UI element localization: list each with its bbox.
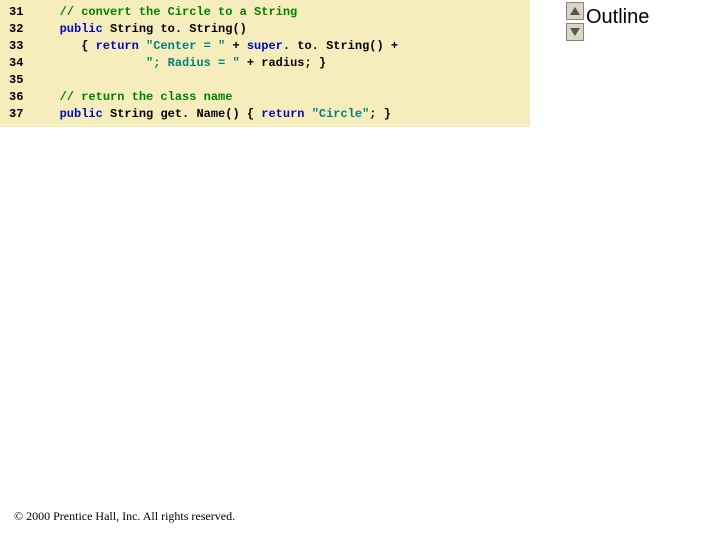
code-token: + radius; } xyxy=(240,56,326,70)
code-token xyxy=(38,56,146,70)
code-token: return xyxy=(261,107,304,121)
code-content: public String to. String() xyxy=(38,21,530,38)
line-number: 34 xyxy=(0,55,38,72)
code-content: // convert the Circle to a String xyxy=(38,4,530,21)
code-token: ; } xyxy=(369,107,391,121)
code-token: + xyxy=(225,39,247,53)
code-line: 35 xyxy=(0,72,530,89)
code-token: // convert the Circle to a String xyxy=(60,5,298,19)
code-token: // return the class name xyxy=(60,90,233,104)
code-content: // return the class name xyxy=(38,89,530,106)
code-token xyxy=(38,107,60,121)
code-token: "; Radius = " xyxy=(146,56,240,70)
code-line: 37 public String get. Name() { return "C… xyxy=(0,106,530,123)
line-number: 33 xyxy=(0,38,38,55)
code-token xyxy=(38,5,60,19)
code-content: public String get. Name() { return "Circ… xyxy=(38,106,530,123)
triangle-up-icon xyxy=(570,7,580,15)
code-token: return xyxy=(96,39,139,53)
code-line: 31 // convert the Circle to a String xyxy=(0,4,530,21)
code-line: 34 "; Radius = " + radius; } xyxy=(0,55,530,72)
line-number: 36 xyxy=(0,89,38,106)
code-token: "Center = " xyxy=(146,39,225,53)
code-token: . to. String() + xyxy=(283,39,398,53)
code-token xyxy=(38,22,60,36)
outline-panel: Outline xyxy=(580,2,690,29)
line-number: 32 xyxy=(0,21,38,38)
code-token: "Circle" xyxy=(312,107,370,121)
code-token: String to. String() xyxy=(103,22,247,36)
code-content: { return "Center = " + super. to. String… xyxy=(38,38,530,55)
code-token xyxy=(304,107,311,121)
line-number: 31 xyxy=(0,4,38,21)
outline-title: Outline xyxy=(580,2,690,29)
code-content: "; Radius = " + radius; } xyxy=(38,55,530,72)
triangle-down-icon xyxy=(570,28,580,36)
code-token: String get. Name() { xyxy=(103,107,261,121)
code-token: public xyxy=(60,107,103,121)
line-number: 35 xyxy=(0,72,38,89)
code-token: { xyxy=(38,39,96,53)
code-line: 32 public String to. String() xyxy=(0,21,530,38)
code-content xyxy=(38,72,530,89)
code-token: public xyxy=(60,22,103,36)
code-block: 31 // convert the Circle to a String32 p… xyxy=(0,0,530,127)
copyright-footer: © 2000 Prentice Hall, Inc. All rights re… xyxy=(14,509,235,524)
code-token xyxy=(38,90,60,104)
code-token xyxy=(139,39,146,53)
code-token: super xyxy=(247,39,283,53)
line-number: 37 xyxy=(0,106,38,123)
code-line: 33 { return "Center = " + super. to. Str… xyxy=(0,38,530,55)
code-line: 36 // return the class name xyxy=(0,89,530,106)
